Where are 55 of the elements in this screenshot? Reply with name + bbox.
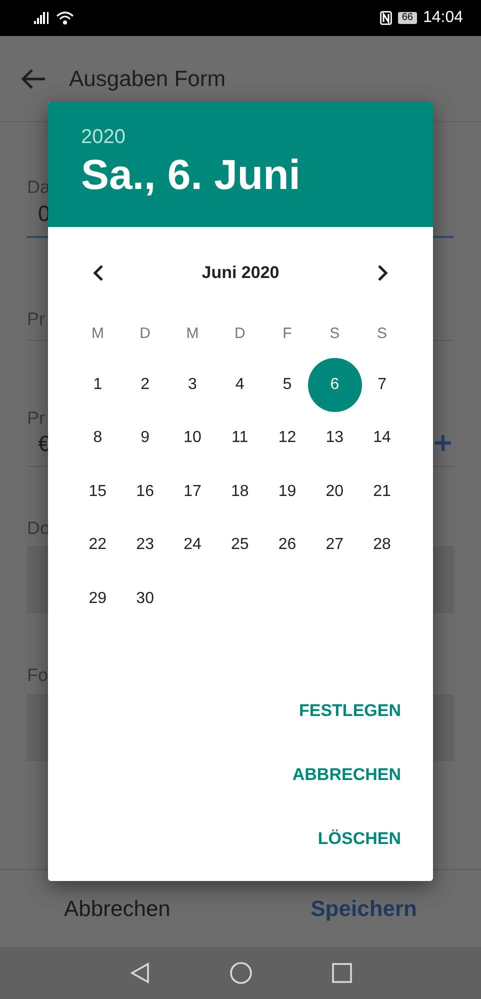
home-icon[interactable] bbox=[230, 962, 252, 984]
calendar-day[interactable]: 24 bbox=[172, 525, 212, 566]
calendar-day[interactable]: 20 bbox=[314, 472, 355, 512]
weekday-label: M bbox=[90, 324, 105, 344]
calendar-day[interactable]: 10 bbox=[172, 418, 212, 458]
calendar-day[interactable]: 13 bbox=[314, 418, 355, 458]
weekday-label: S bbox=[328, 324, 341, 344]
battery-level: 66 bbox=[398, 12, 417, 24]
selected-date: Sa., 6. Juni bbox=[81, 150, 300, 200]
calendar-day[interactable]: 9 bbox=[125, 418, 166, 458]
calendar-day[interactable]: 5 bbox=[267, 364, 308, 405]
nfc-icon bbox=[380, 11, 392, 25]
calendar-day[interactable]: 6 bbox=[308, 358, 362, 412]
calendar-day[interactable]: 16 bbox=[125, 472, 166, 512]
screen-title: Ausgaben Form bbox=[69, 66, 226, 92]
calendar-day[interactable]: 17 bbox=[172, 472, 212, 512]
calendar-day[interactable]: 4 bbox=[220, 364, 260, 405]
back-arrow-icon[interactable] bbox=[20, 68, 46, 90]
calendar-day[interactable]: 25 bbox=[220, 525, 260, 566]
chevron-right-icon[interactable] bbox=[377, 264, 389, 282]
status-time: 14:04 bbox=[422, 9, 463, 27]
calendar-day[interactable]: 1 bbox=[78, 364, 118, 405]
wifi-icon bbox=[56, 11, 74, 25]
calendar-day[interactable]: 8 bbox=[78, 418, 118, 458]
plus-icon[interactable] bbox=[434, 434, 452, 452]
calendar-day[interactable]: 18 bbox=[220, 472, 260, 512]
calendar-day[interactable]: 22 bbox=[78, 525, 118, 566]
dialog-action-button[interactable]: FESTLEGEN bbox=[298, 693, 401, 729]
calendar-day[interactable]: 23 bbox=[125, 525, 166, 566]
month-title: Juni 2020 bbox=[202, 263, 280, 283]
calendar-day[interactable]: 7 bbox=[362, 364, 402, 405]
calendar-day[interactable]: 28 bbox=[362, 525, 402, 566]
calendar-day[interactable]: 26 bbox=[267, 525, 308, 566]
weekday-label: D bbox=[233, 324, 246, 344]
weekday-label: M bbox=[185, 324, 200, 344]
calendar-day[interactable]: 15 bbox=[78, 472, 118, 512]
calendar-day[interactable]: 27 bbox=[314, 525, 355, 566]
signal-icon bbox=[34, 12, 50, 24]
chevron-left-icon[interactable] bbox=[92, 264, 104, 282]
calendar-day[interactable]: 21 bbox=[362, 472, 402, 512]
calendar-day[interactable]: 30 bbox=[125, 578, 166, 619]
calendar-day[interactable]: 11 bbox=[220, 418, 260, 458]
calendar-day[interactable]: 12 bbox=[267, 418, 308, 458]
calendar-day[interactable]: 2 bbox=[125, 364, 166, 405]
recents-icon[interactable] bbox=[332, 963, 352, 983]
calendar-day[interactable]: 14 bbox=[362, 418, 402, 458]
dialog-action-button[interactable]: ABBRECHEN bbox=[292, 757, 401, 793]
calendar-day[interactable]: 29 bbox=[78, 578, 118, 619]
weekday-label: D bbox=[138, 324, 152, 344]
back-icon[interactable] bbox=[130, 962, 150, 984]
weekday-label: S bbox=[376, 324, 388, 344]
calendar-day[interactable]: 19 bbox=[267, 472, 308, 512]
dialog-action-button[interactable]: LÖSCHEN bbox=[318, 821, 401, 857]
calendar-day[interactable]: 3 bbox=[172, 364, 212, 405]
weekday-label: F bbox=[282, 324, 293, 344]
